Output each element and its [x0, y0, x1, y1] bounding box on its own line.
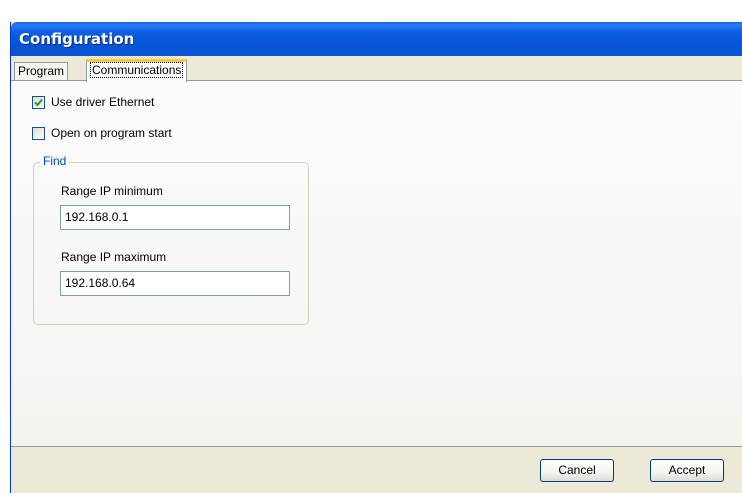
- use-driver-option[interactable]: Use driver Ethernet: [32, 94, 154, 110]
- range-min-label: Range IP minimum: [61, 184, 163, 198]
- check-icon: [34, 98, 43, 106]
- range-min-input[interactable]: 192.168.0.1: [60, 205, 290, 230]
- range-max-label: Range IP maximum: [61, 250, 167, 264]
- window-title: Configuration: [19, 30, 135, 48]
- communications-panel: Use driver Ethernet Open on program star…: [11, 80, 742, 447]
- tab-strip: Program Communications: [11, 56, 742, 82]
- cancel-button[interactable]: Cancel: [540, 459, 614, 482]
- use-driver-label: Use driver Ethernet: [51, 95, 155, 109]
- tab-communications-label: Communications: [90, 62, 184, 78]
- use-driver-checkbox[interactable]: [32, 95, 45, 109]
- dialog-footer: Cancel Accept: [11, 447, 742, 493]
- title-bar[interactable]: Configuration: [11, 22, 742, 56]
- find-group-legend: Find: [40, 154, 70, 168]
- tab-communications[interactable]: Communications: [86, 59, 188, 82]
- open-on-start-label: Open on program start: [51, 126, 172, 140]
- tab-program[interactable]: Program: [14, 62, 69, 81]
- range-max-input[interactable]: 192.168.0.64: [60, 271, 290, 296]
- open-on-start-checkbox[interactable]: [32, 126, 45, 140]
- configuration-dialog: Configuration Program Communications Use…: [10, 22, 742, 493]
- find-group: Find Range IP minimum 192.168.0.1 Range …: [33, 154, 309, 325]
- open-on-start-option[interactable]: Open on program start: [32, 125, 172, 141]
- accept-button[interactable]: Accept: [650, 459, 724, 482]
